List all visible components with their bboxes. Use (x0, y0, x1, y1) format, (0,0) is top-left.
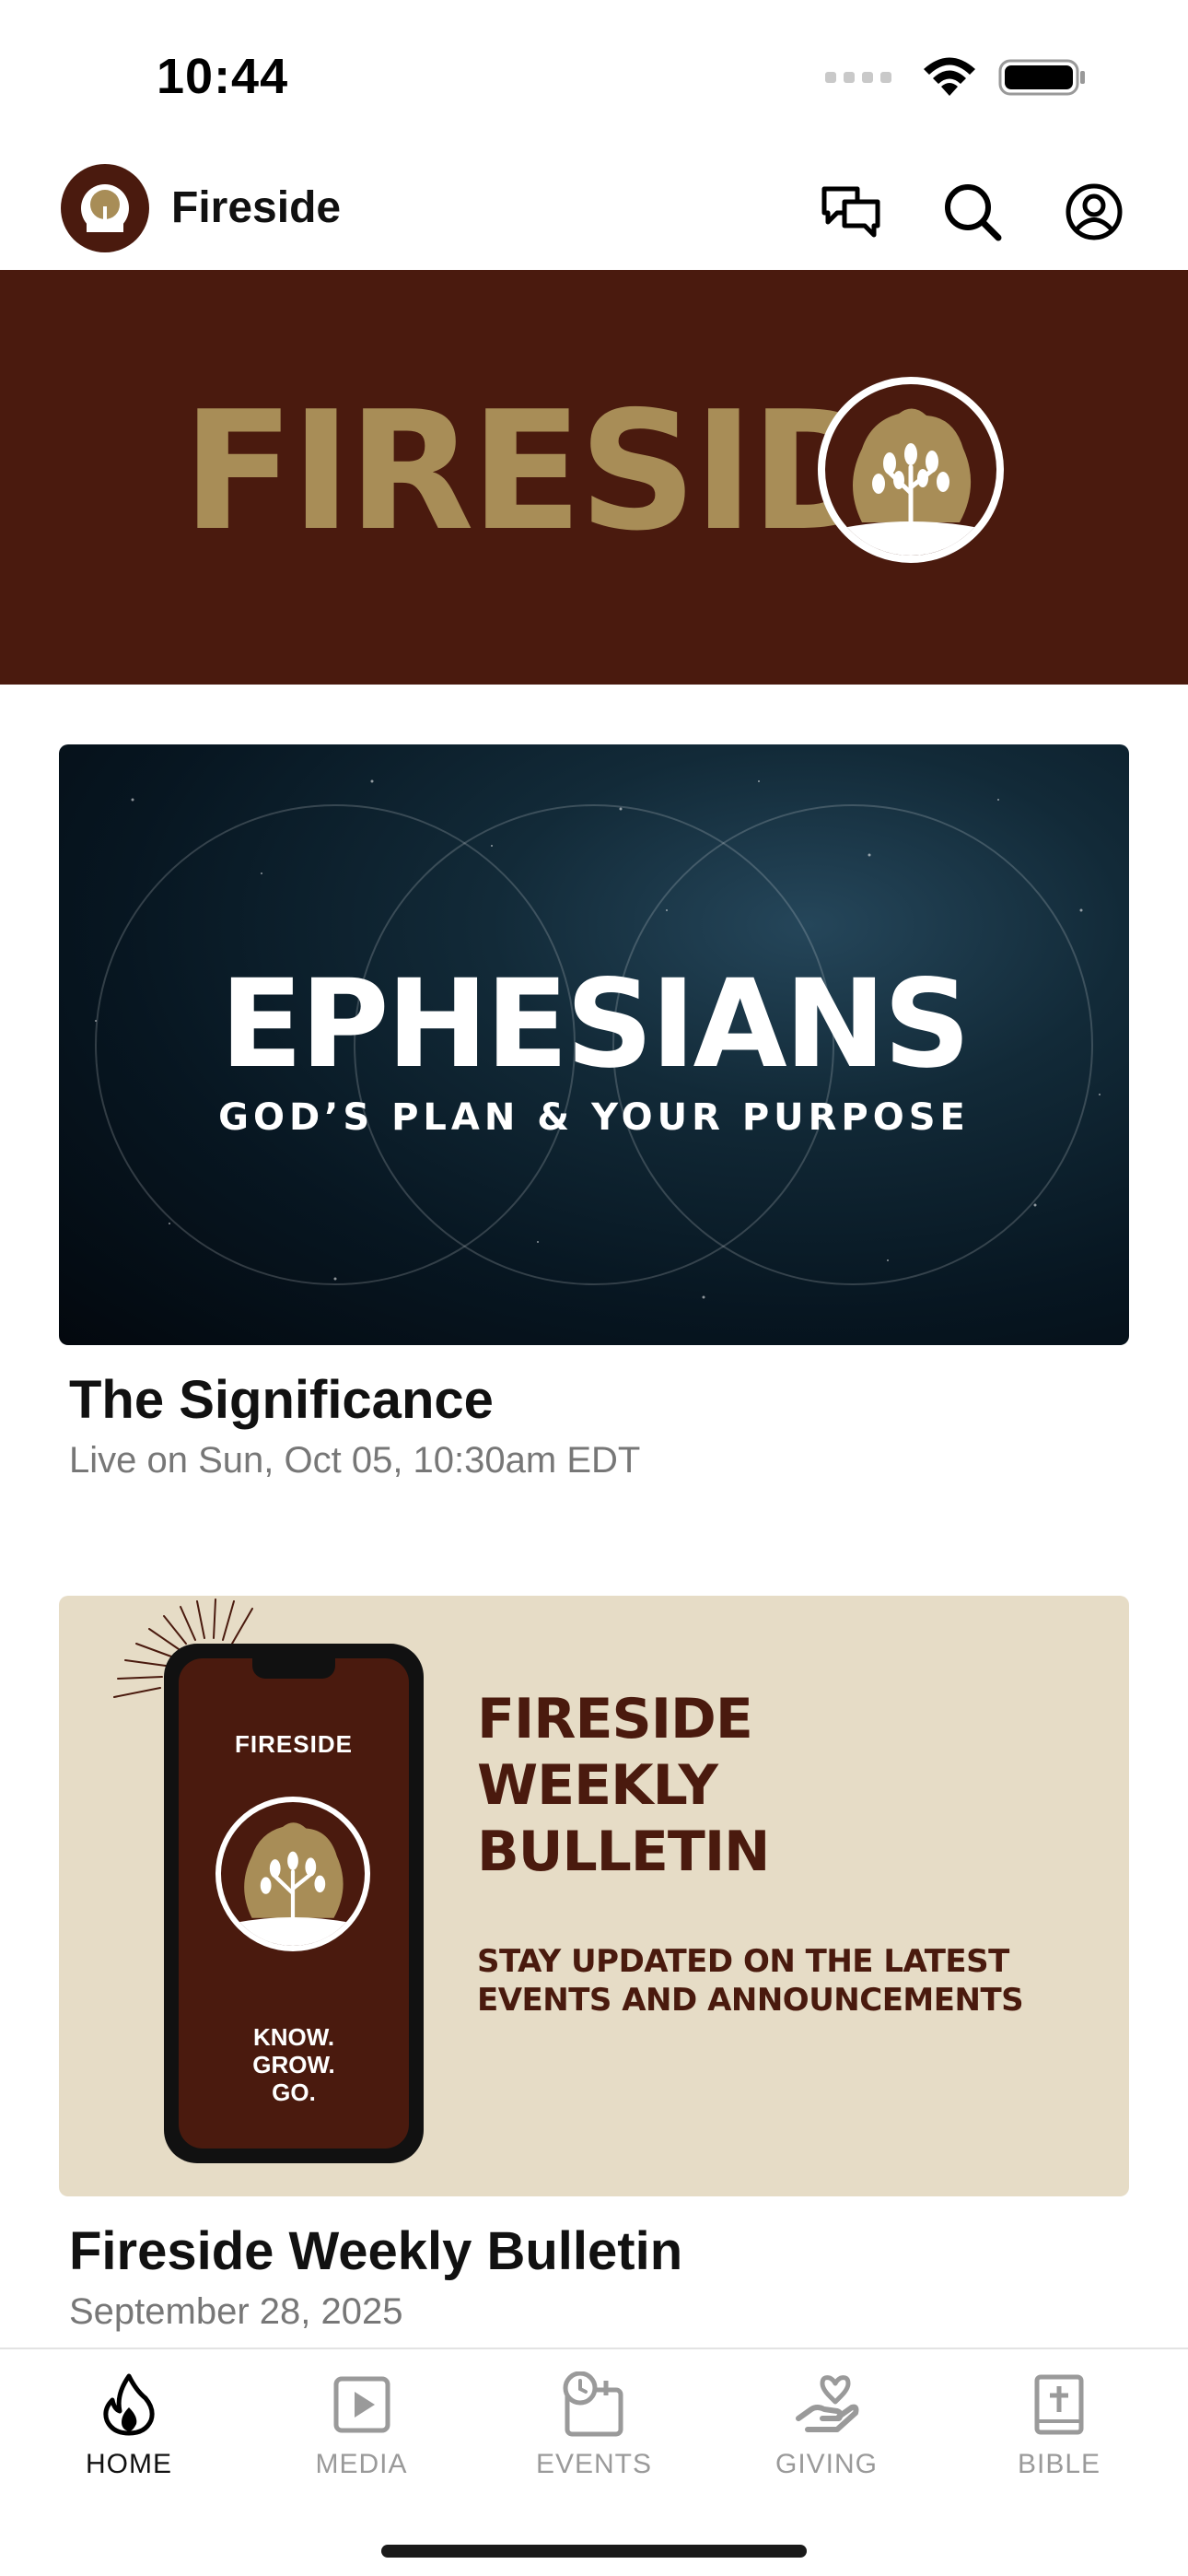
bible-icon (1022, 2368, 1096, 2441)
status-bar: 10:44 (0, 0, 1188, 157)
tab-giving[interactable]: GIVING (735, 2349, 919, 2480)
cellular-signal-icon (825, 72, 891, 83)
sermon-card[interactable]: EPHESIANS GOD’S PLAN & YOUR PURPOSE The … (59, 744, 1129, 1481)
sermon-live-time: Live on Sun, Oct 05, 10:30am EDT (69, 1440, 641, 1481)
app-title: Fireside (171, 183, 342, 232)
sermon-series-image: EPHESIANS GOD’S PLAN & YOUR PURPOSE (59, 744, 1129, 1345)
phone-motto: KNOW. GROW. GO. (252, 2023, 335, 2106)
tab-bible[interactable]: BIBLE (967, 2349, 1151, 2480)
bottom-tab-bar: HOME MEDIA EVENTS GIVING BIBLE (0, 2348, 1188, 2576)
tab-label: BIBLE (1017, 2449, 1101, 2479)
series-title: EPHESIANS (219, 954, 971, 1095)
header-actions (812, 173, 1133, 251)
home-indicator[interactable] (381, 2545, 807, 2558)
messages-button[interactable] (812, 173, 890, 251)
church-logo-icon[interactable] (61, 164, 149, 252)
sermon-title: The Significance (69, 1370, 494, 1430)
bulletin-card[interactable]: FIRESIDE KNOW. GROW. GO. FIRESIDE WEEKLY… (59, 1596, 1129, 2333)
fireside-banner: FIRESIDE (0, 270, 1188, 685)
phone-notch (252, 1658, 335, 1679)
tab-label: EVENTS (535, 2449, 653, 2479)
tab-label: GIVING (775, 2449, 878, 2479)
tab-media[interactable]: MEDIA (270, 2349, 454, 2480)
chat-bubbles-icon (821, 186, 880, 238)
bulletin-image: FIRESIDE KNOW. GROW. GO. FIRESIDE WEEKLY… (59, 1596, 1129, 2196)
bulletin-heading: FIRESIDE WEEKLY BULLETIN (477, 1687, 770, 1884)
wifi-icon (924, 57, 975, 96)
tree-logo-icon (818, 377, 1004, 563)
phone-brand-text: FIRESIDE (235, 1730, 353, 1758)
phone-screen: FIRESIDE KNOW. GROW. GO. (179, 1658, 409, 2149)
status-icons (825, 57, 1087, 98)
battery-icon (998, 59, 1085, 96)
bulletin-date: September 28, 2025 (69, 2291, 403, 2332)
profile-button[interactable] (1055, 173, 1133, 251)
tab-label: MEDIA (315, 2449, 408, 2479)
status-time: 10:44 (157, 49, 289, 104)
tab-label: HOME (86, 2449, 172, 2479)
series-subtitle: GOD’S PLAN & YOUR PURPOSE (218, 1096, 970, 1139)
search-icon (945, 184, 1002, 241)
phone-illustration: FIRESIDE KNOW. GROW. GO. (164, 1644, 424, 2163)
play-icon (325, 2368, 399, 2441)
giving-hand-icon (790, 2368, 864, 2441)
tab-events[interactable]: EVENTS (502, 2349, 686, 2480)
user-circle-icon (1066, 183, 1123, 240)
app-header: Fireside (0, 157, 1188, 270)
flame-icon (92, 2368, 166, 2441)
search-button[interactable] (934, 173, 1011, 251)
bulletin-tagline: STAY UPDATED ON THE LATEST EVENTS AND AN… (477, 1943, 1024, 2019)
bulletin-title: Fireside Weekly Bulletin (69, 2221, 683, 2281)
calendar-clock-icon (557, 2368, 631, 2441)
tree-logo-icon (215, 1797, 370, 1951)
tab-home[interactable]: HOME (37, 2349, 221, 2480)
